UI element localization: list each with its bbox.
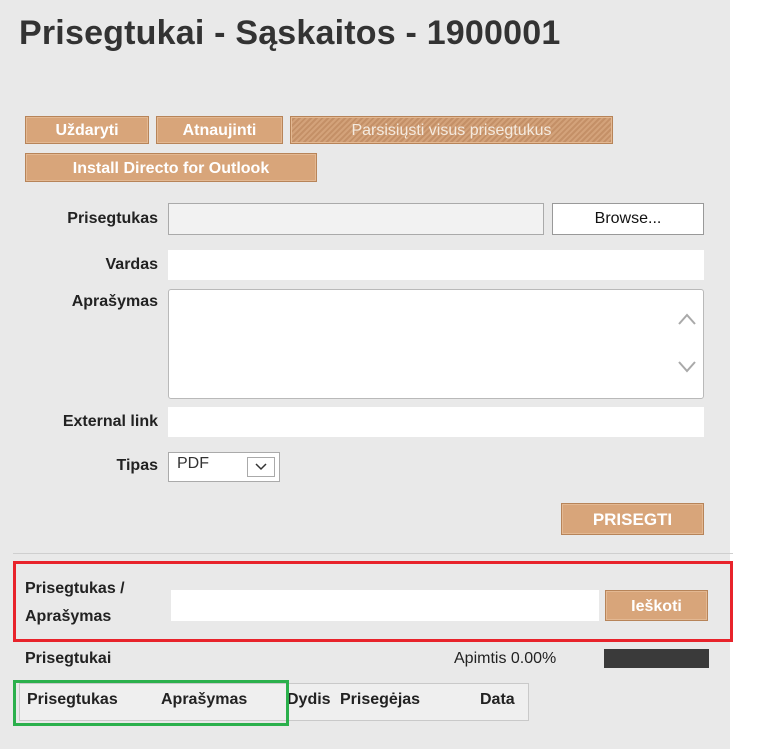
- column-date[interactable]: Data: [480, 691, 515, 709]
- search-button[interactable]: Ieškoti: [605, 590, 708, 621]
- search-label-line1: Prisegtukas /: [25, 580, 125, 597]
- column-attacher[interactable]: Prisegėjas: [340, 691, 420, 709]
- browse-button[interactable]: Browse...: [552, 203, 704, 235]
- search-label-line2: Aprašymas: [25, 608, 112, 625]
- attachment-label: Prisegtukas: [67, 210, 158, 227]
- search-input[interactable]: [171, 590, 599, 621]
- column-highlight-box: [13, 680, 289, 726]
- usage-label: Apimtis 0.00%: [454, 650, 557, 667]
- name-input[interactable]: [168, 250, 704, 280]
- chevron-down-icon: [255, 463, 267, 471]
- attach-button[interactable]: PRISEGTI: [561, 503, 704, 535]
- external-link-input[interactable]: [168, 407, 704, 437]
- download-all-button[interactable]: Parsisiųsti visus prisegtukus: [290, 116, 613, 144]
- page-title: Prisegtukai - Sąskaitos - 1900001: [19, 14, 561, 52]
- attachment-file-input[interactable]: [168, 203, 544, 235]
- description-textarea[interactable]: [168, 289, 704, 399]
- close-button[interactable]: Uždaryti: [25, 116, 149, 144]
- type-dropdown-button[interactable]: [247, 457, 275, 477]
- type-select-value: PDF: [177, 455, 209, 472]
- divider: [13, 553, 733, 554]
- usage-progress-bar: [604, 649, 709, 668]
- type-select[interactable]: PDF: [168, 452, 280, 482]
- type-label: Tipas: [116, 457, 159, 474]
- column-size[interactable]: Dydis: [287, 691, 331, 709]
- scroll-down-icon[interactable]: [677, 360, 697, 374]
- description-label: Aprašymas: [71, 293, 158, 310]
- name-label: Vardas: [105, 256, 158, 273]
- install-outlook-button[interactable]: Install Directo for Outlook: [25, 153, 317, 182]
- attachments-heading: Prisegtukai: [25, 650, 112, 667]
- external-link-label: External link: [62, 413, 158, 430]
- refresh-button[interactable]: Atnaujinti: [156, 116, 283, 144]
- scroll-up-icon[interactable]: [677, 312, 697, 326]
